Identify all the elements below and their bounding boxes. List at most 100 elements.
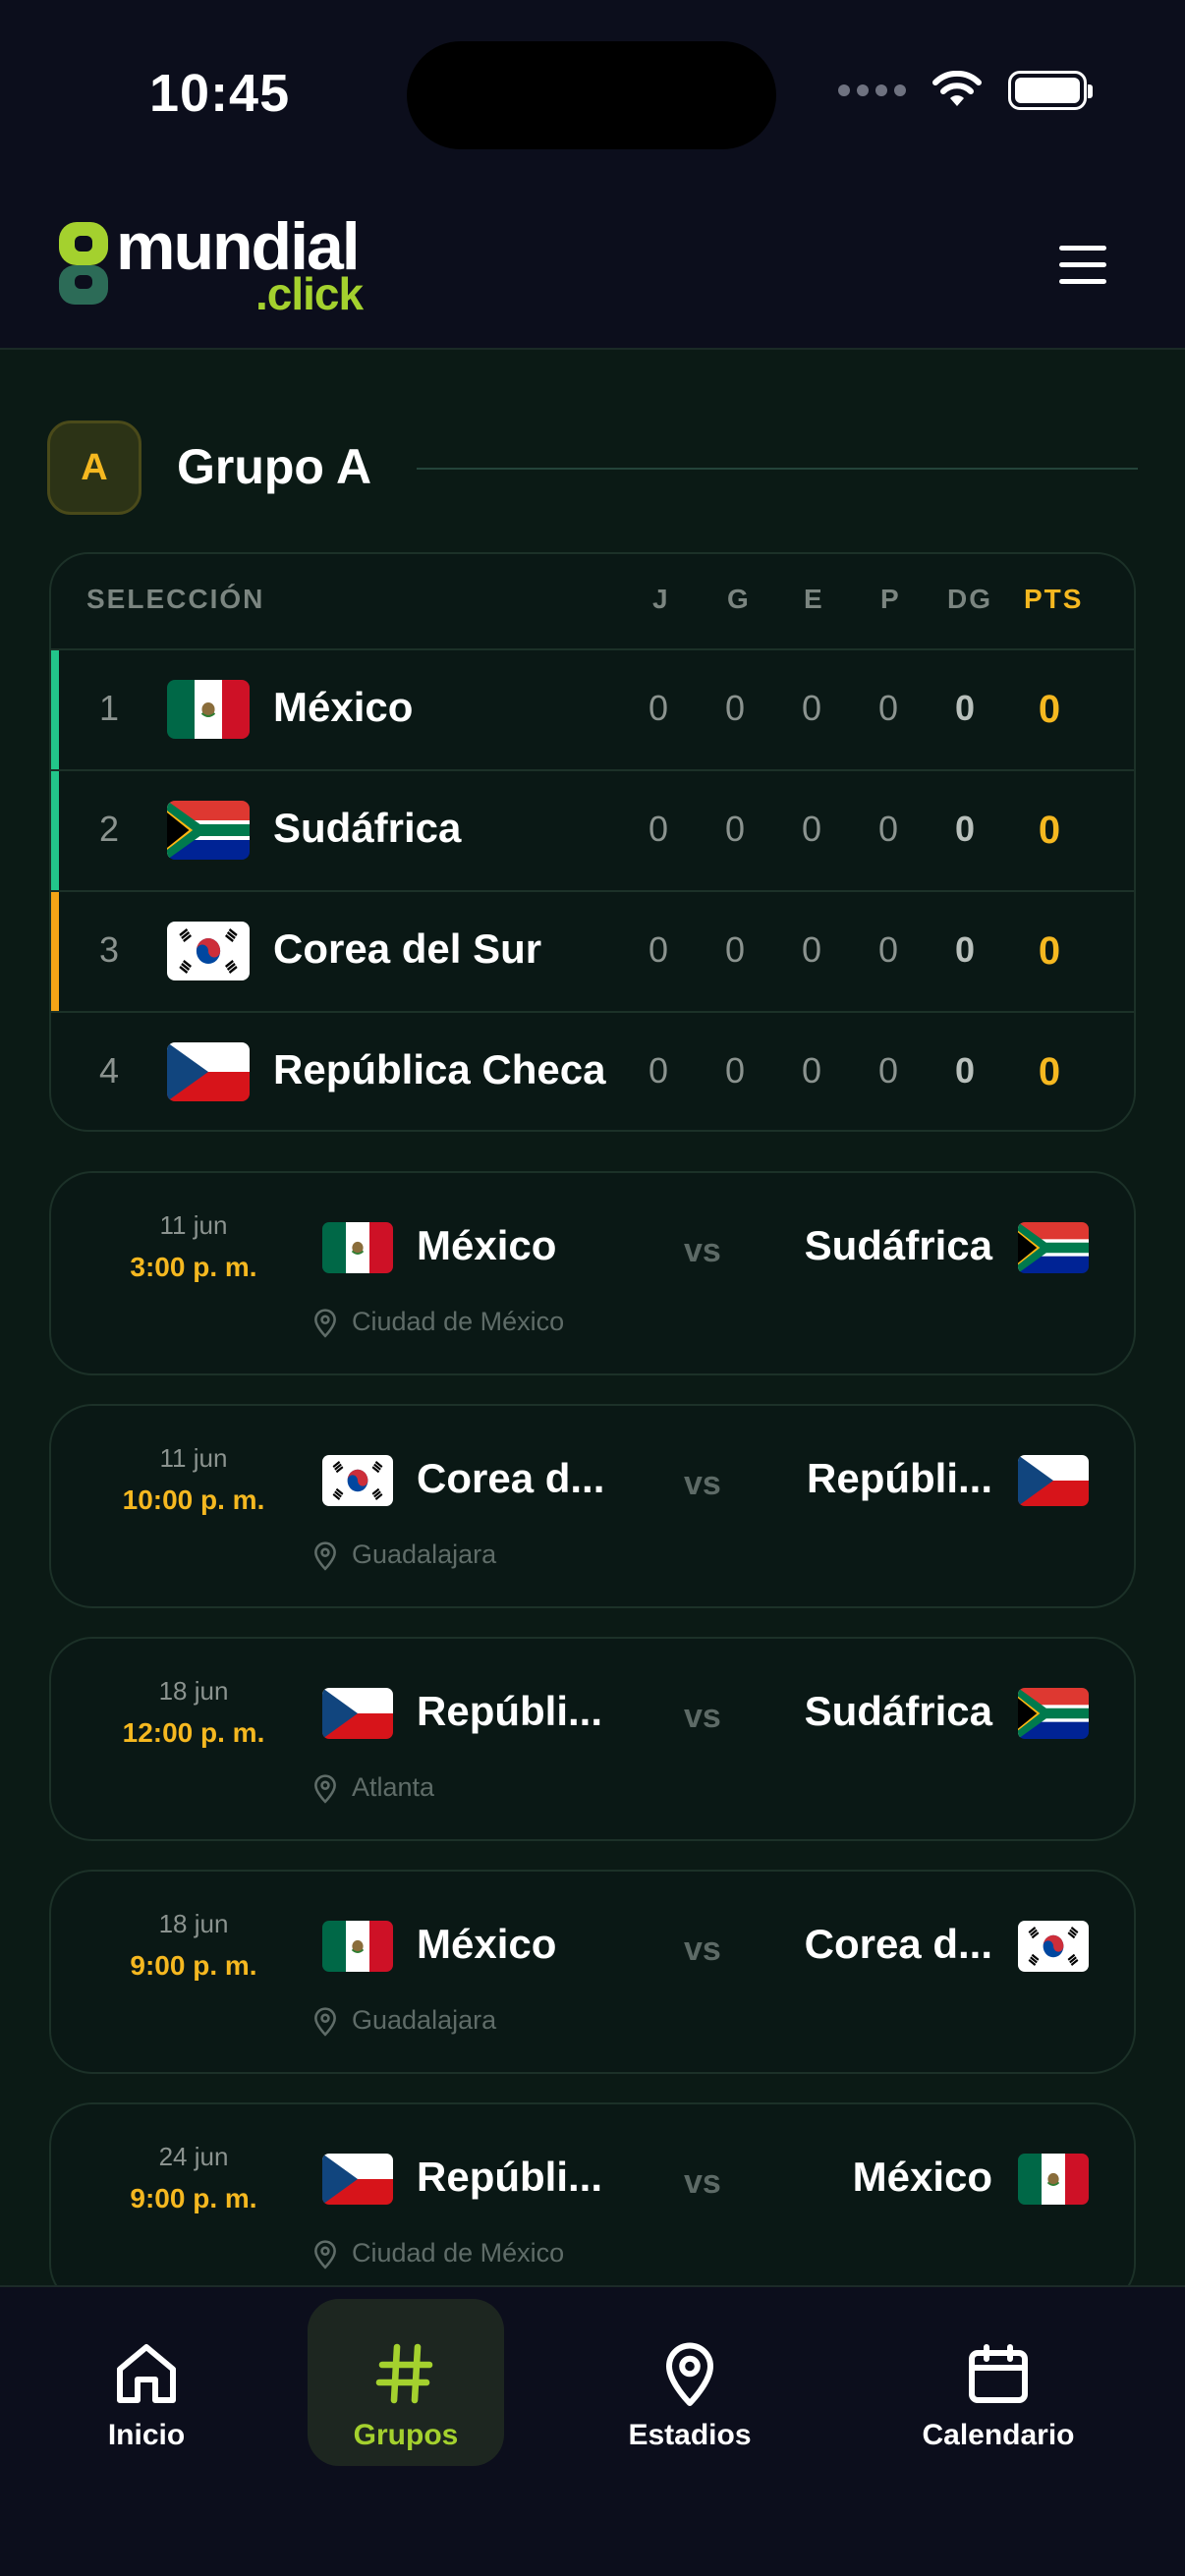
czech-republic-flag-icon (322, 2154, 393, 2205)
match-venue: Guadalajara (352, 2005, 497, 2035)
match-card[interactable]: 18 jun 12:00 p. m. Repúbli... vs Sudáfrica At… (49, 1637, 1136, 1841)
stat-dg: 0 (954, 688, 976, 728)
south-korea-flag-icon (322, 1455, 393, 1506)
divider (417, 468, 1138, 470)
stat-g: 0 (724, 1050, 746, 1091)
south-korea-flag-icon (1018, 1921, 1089, 1972)
group-title: Grupo A (177, 439, 372, 494)
qualification-indicator (51, 892, 59, 1011)
table-row[interactable]: 3 Corea del Sur 0 0 0 0 0 0 (51, 892, 1134, 1013)
battery-icon (1008, 71, 1093, 110)
table-row[interactable]: 1 México 0 0 0 0 0 0 (51, 650, 1134, 771)
column-header-drawn: E (804, 584, 824, 614)
stat-pts: 0 (1038, 809, 1061, 852)
stat-e: 0 (801, 809, 822, 849)
match-time: 9:00 p. m. (130, 2183, 257, 2213)
mexico-flag-icon (167, 680, 250, 739)
match-card[interactable]: 18 jun 9:00 p. m. México vs Corea d... Guadal… (49, 1870, 1136, 2074)
logo-suffix: .click (255, 268, 364, 319)
vs-label: vs (684, 1232, 721, 1269)
mexico-flag-icon (1018, 2154, 1089, 2205)
stat-e: 0 (801, 688, 822, 728)
stat-p: 0 (877, 809, 899, 849)
match-date: 18 jun (158, 1676, 229, 1706)
stat-j: 0 (648, 1050, 669, 1091)
app-logo[interactable]: mundial .click (55, 209, 369, 319)
column-header-won: G (727, 584, 751, 614)
stat-pts: 0 (1038, 688, 1061, 731)
status-icons (838, 71, 1093, 110)
nav-label: Calendario (922, 2419, 1075, 2451)
qualification-indicator (51, 650, 59, 769)
nav-item-grupos[interactable]: Grupos (308, 2299, 504, 2466)
nav-item-estadios[interactable]: Estadios (592, 2299, 788, 2466)
home-team-name: México (417, 1222, 557, 1268)
stat-p: 0 (877, 929, 899, 970)
nav-item-calendario[interactable]: Calendario (900, 2299, 1097, 2466)
stat-dg: 0 (954, 809, 976, 849)
logo-mark-icon (59, 222, 108, 305)
hamburger-menu-icon[interactable] (1059, 246, 1106, 285)
away-team-name: Repúbli... (807, 1455, 992, 1501)
column-header-goal-diff: DG (947, 584, 992, 614)
stat-g: 0 (724, 688, 746, 728)
mexico-flag-icon (322, 1222, 393, 1273)
standings-table: SELECCIÓN J G E P DG PTS 1 México 0 0 0 0 0 0 2 S… (49, 552, 1136, 1132)
match-time: 9:00 p. m. (130, 1950, 257, 1981)
position-number: 3 (98, 929, 120, 970)
away-team-name: Sudáfrica (804, 1688, 992, 1734)
match-date: 11 jun (159, 1443, 228, 1473)
match-date: 11 jun (159, 1210, 228, 1240)
nav-label: Inicio (107, 2419, 186, 2451)
team-name: Sudáfrica (273, 805, 462, 851)
position-number: 2 (98, 809, 120, 849)
group-badge: A (47, 420, 141, 515)
south-africa-flag-icon (1018, 1688, 1089, 1739)
bottom-navigation: Inicio Grupos Estadios Calendario (0, 2285, 1185, 2576)
location-pin-icon (314, 2007, 336, 2037)
away-team-name: México (852, 2154, 992, 2200)
match-venue: Guadalajara (352, 1540, 497, 1569)
column-header-lost: P (880, 584, 901, 614)
match-venue: Atlanta (352, 1772, 435, 1802)
czech-republic-flag-icon (1018, 1455, 1089, 1506)
stat-pts: 0 (1038, 1050, 1061, 1093)
stat-dg: 0 (954, 1050, 976, 1091)
table-row[interactable]: 2 Sudáfrica 0 0 0 0 0 0 (51, 771, 1134, 892)
home-icon (117, 2344, 176, 2403)
match-venue: Ciudad de México (352, 1307, 565, 1336)
group-header: A Grupo A (47, 420, 1138, 515)
location-pin-icon (666, 2342, 713, 2406)
table-row[interactable]: 4 República Checa 0 0 0 0 0 0 (51, 1013, 1134, 1130)
match-card[interactable]: 11 jun 3:00 p. m. México vs Sudáfrica Ciudad … (49, 1171, 1136, 1375)
nav-item-inicio[interactable]: Inicio (48, 2299, 245, 2466)
home-team-name: Repúbli... (417, 1688, 602, 1734)
czech-republic-flag-icon (167, 1042, 250, 1101)
match-venue: Ciudad de México (352, 2238, 565, 2268)
location-pin-icon (314, 1774, 336, 1804)
stat-j: 0 (648, 929, 669, 970)
wifi-icon (932, 71, 982, 106)
position-number: 1 (98, 688, 120, 728)
match-card[interactable]: 11 jun 10:00 p. m. Corea d... vs Repúbli... G… (49, 1404, 1136, 1608)
south-korea-flag-icon (167, 922, 250, 980)
column-header-points: PTS (1024, 584, 1084, 614)
nav-label: Estadios (628, 2419, 752, 2451)
nav-label: Grupos (353, 2419, 459, 2451)
match-date: 18 jun (158, 1909, 229, 1938)
vs-label: vs (684, 1465, 721, 1502)
status-time: 10:45 (149, 64, 291, 123)
stat-p: 0 (877, 1050, 899, 1091)
team-name: Corea del Sur (273, 925, 542, 972)
mexico-flag-icon (322, 1921, 393, 1972)
column-header-team: SELECCIÓN (86, 584, 265, 614)
stat-p: 0 (877, 688, 899, 728)
vs-label: vs (684, 1931, 721, 1968)
hash-icon (375, 2343, 433, 2404)
match-card[interactable]: 24 jun 9:00 p. m. Repúbli... vs México Ciudad… (49, 2102, 1136, 2307)
stat-e: 0 (801, 1050, 822, 1091)
location-pin-icon (314, 1541, 336, 1571)
home-team-name: Repúbli... (417, 2154, 602, 2200)
stat-e: 0 (801, 929, 822, 970)
stat-j: 0 (648, 688, 669, 728)
